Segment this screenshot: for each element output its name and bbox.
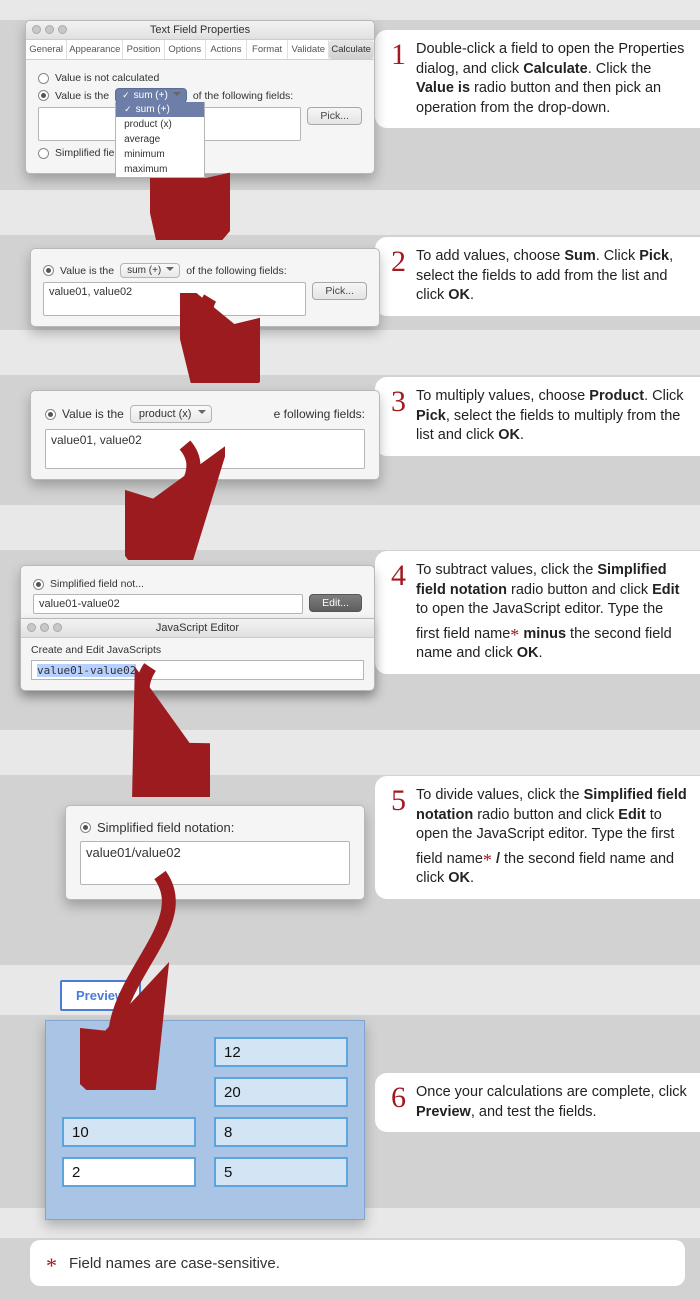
radio-label: Value is not calculated: [55, 72, 159, 84]
tab-validate[interactable]: Validate: [288, 40, 329, 59]
tab-format[interactable]: Format: [247, 40, 288, 59]
zoom-icon[interactable]: [53, 623, 62, 632]
radio-value-is[interactable]: [38, 90, 49, 101]
notation-field[interactable]: value01-value02: [33, 594, 303, 614]
preview-button[interactable]: Preview: [60, 980, 141, 1011]
window-title: Text Field Properties: [150, 24, 250, 36]
radio-simplified[interactable]: [33, 579, 44, 590]
step-text: To multiply values, choose Product. Clic…: [416, 387, 690, 446]
step-5: 5 To divide values, click the Simplified…: [375, 776, 700, 899]
tab-position[interactable]: Position: [123, 40, 164, 59]
step-2: 2 To add values, choose Sum. Click Pick,…: [375, 237, 700, 316]
minimize-icon[interactable]: [40, 623, 49, 632]
asterisk-icon: *: [46, 1253, 57, 1279]
tab-appearance[interactable]: Appearance: [67, 40, 123, 59]
tab-calculate[interactable]: Calculate: [329, 40, 374, 59]
window-titlebar: JavaScript Editor: [21, 619, 374, 638]
divide-panel: Simplified field notation: value01/value…: [65, 805, 365, 900]
tab-actions[interactable]: Actions: [206, 40, 247, 59]
step-number: 5: [391, 786, 406, 816]
radio-simplified[interactable]: [38, 148, 49, 159]
radio-not-calculated[interactable]: [38, 73, 49, 84]
operation-dropdown[interactable]: ✓sum (+) ✓sum (+)product (x)averageminim…: [115, 88, 187, 103]
pick-button[interactable]: Pick...: [312, 282, 367, 300]
step-1: 1 Double-click a field to open the Prope…: [375, 30, 700, 128]
radio-value-is[interactable]: [43, 265, 54, 276]
step-text: To divide values, click the Simplified f…: [416, 786, 690, 889]
dropdown-option[interactable]: maximum: [116, 162, 204, 177]
step-3: 3 To multiply values, choose Product. Cl…: [375, 377, 700, 456]
step-6: 6 Once your calculations are complete, c…: [375, 1073, 700, 1132]
radio-label: Value is the: [55, 90, 109, 102]
step-text: To add values, choose Sum. Click Pick, s…: [416, 247, 690, 306]
edit-button[interactable]: Edit...: [309, 594, 362, 612]
fields-list[interactable]: value01, value02: [43, 282, 306, 316]
step-number: 3: [391, 387, 406, 417]
js-editor-label: Create and Edit JavaScripts: [31, 644, 364, 656]
operation-dropdown[interactable]: sum (+): [120, 263, 180, 278]
footnote-text: Field names are case-sensitive.: [69, 1255, 280, 1272]
step-number: 2: [391, 247, 406, 277]
subtract-panel: Simplified field not... value01-value02 …: [20, 565, 375, 691]
fields-list[interactable]: value01, value02: [45, 429, 365, 469]
footnote: * Field names are case-sensitive.: [30, 1240, 685, 1286]
preview-field[interactable]: 20: [214, 1077, 348, 1107]
tabs: GeneralAppearancePositionOptionsActionsF…: [26, 40, 374, 60]
close-icon[interactable]: [27, 623, 36, 632]
js-code-field[interactable]: value01-value02: [31, 660, 364, 680]
radio-label-suffix: of the following fields:: [193, 90, 293, 102]
radio-label: Simplified field not...: [50, 578, 144, 590]
dropdown-option[interactable]: minimum: [116, 147, 204, 162]
radio-label: Simplified field notation:: [97, 820, 234, 835]
operation-dropdown[interactable]: product (x): [130, 405, 213, 423]
pick-button[interactable]: Pick...: [307, 107, 362, 125]
step-text: Double-click a field to open the Propert…: [416, 40, 690, 118]
dropdown-option[interactable]: average: [116, 132, 204, 147]
dropdown-option[interactable]: product (x): [116, 117, 204, 132]
preview-form: 12 20 10 825: [45, 1020, 365, 1220]
minimize-icon[interactable]: [45, 25, 54, 34]
step-4: 4 To subtract values, click the Simplifi…: [375, 551, 700, 674]
dropdown-option[interactable]: ✓sum (+): [116, 102, 204, 117]
notation-field[interactable]: value01/value02: [80, 841, 350, 885]
step-text: Once your calculations are complete, cli…: [416, 1083, 690, 1122]
product-panel: Value is the product (x) e following fie…: [30, 390, 380, 480]
preview-field[interactable]: 12: [214, 1037, 348, 1067]
radio-value-is[interactable]: [45, 409, 56, 420]
window-titlebar: Text Field Properties: [26, 21, 374, 40]
preview-field[interactable]: 2: [62, 1157, 196, 1187]
radio-simplified[interactable]: [80, 822, 91, 833]
preview-field[interactable]: 5: [214, 1157, 348, 1187]
preview-field[interactable]: 8: [214, 1117, 348, 1147]
step-number: 1: [391, 40, 406, 70]
radio-label: Simplified fie...: [55, 147, 123, 159]
step-number: 6: [391, 1083, 406, 1113]
window-title: JavaScript Editor: [156, 622, 239, 634]
tab-options[interactable]: Options: [165, 40, 206, 59]
tab-general[interactable]: General: [26, 40, 67, 59]
properties-dialog: Text Field Properties GeneralAppearanceP…: [25, 20, 375, 174]
preview-field[interactable]: 10: [62, 1117, 196, 1147]
step-text: To subtract values, click the Simplified…: [416, 561, 690, 664]
close-icon[interactable]: [32, 25, 41, 34]
zoom-icon[interactable]: [58, 25, 67, 34]
dropdown-menu: ✓sum (+)product (x)averageminimummaximum: [115, 102, 205, 178]
sum-panel: Value is the sum (+) of the following fi…: [30, 248, 380, 327]
step-number: 4: [391, 561, 406, 591]
